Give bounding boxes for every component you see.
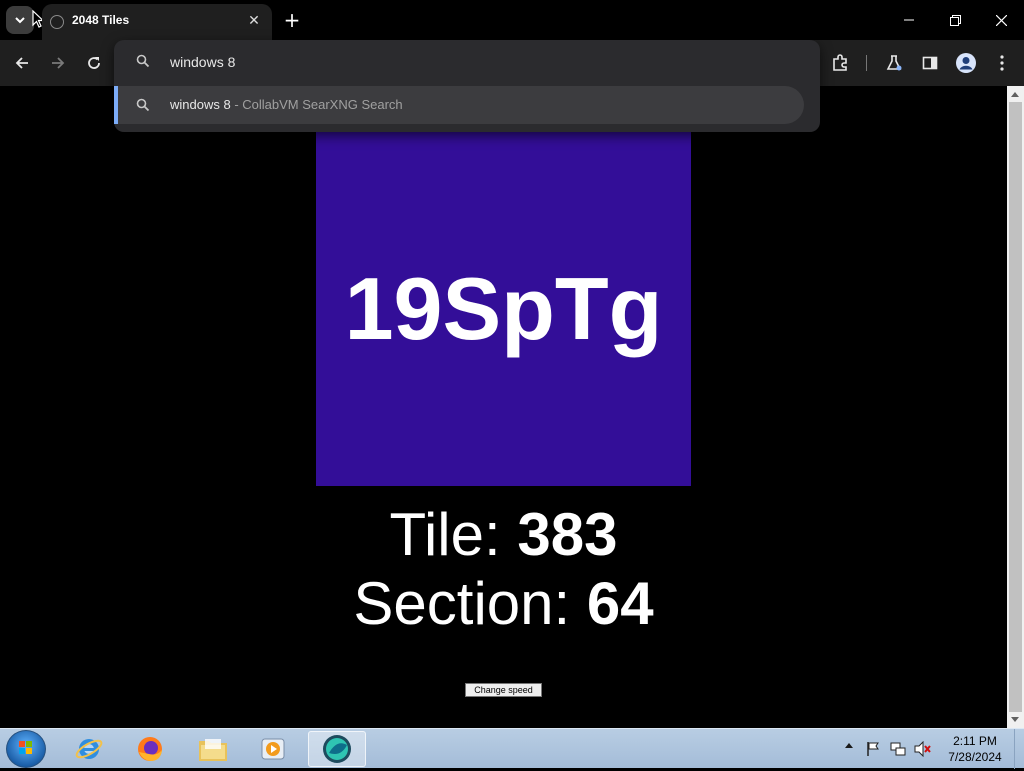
clock-time: 2:11 PM xyxy=(953,734,997,748)
omnibox-dropdown: windows 8 windows 8 - CollabVM SearXNG S… xyxy=(114,40,820,132)
section-value: 64 xyxy=(586,570,654,637)
show-hidden-icons-button[interactable] xyxy=(845,743,853,748)
suggestion-source: - CollabVM SearXNG Search xyxy=(230,97,403,112)
forward-arrow-icon xyxy=(52,57,65,69)
address-bar-text[interactable]: windows 8 xyxy=(170,54,235,70)
profile-button[interactable] xyxy=(953,50,979,76)
volume-muted-icon[interactable] xyxy=(914,741,932,757)
search-icon xyxy=(136,54,150,68)
taskbar-media-player[interactable] xyxy=(244,731,302,767)
start-button[interactable] xyxy=(6,730,46,768)
clock-date: 7/28/2024 xyxy=(948,750,1002,764)
back-arrow-icon xyxy=(15,57,28,69)
selection-indicator xyxy=(114,86,118,124)
folder-icon xyxy=(199,739,227,761)
globe-icon xyxy=(50,15,64,29)
suggestion-query: windows 8 xyxy=(170,97,231,112)
toolbar-divider xyxy=(866,55,867,71)
suggestion-text: windows 8 - CollabVM SearXNG Search xyxy=(170,97,403,112)
reload-button[interactable] xyxy=(81,50,107,76)
tile-value: 383 xyxy=(517,501,618,568)
restore-button[interactable] xyxy=(932,0,978,40)
puzzle-icon xyxy=(833,54,847,71)
close-window-button[interactable] xyxy=(978,0,1024,40)
tile-label: Tile: xyxy=(389,501,518,568)
media-player-icon xyxy=(261,738,285,760)
side-panel-icon xyxy=(922,56,938,70)
system-clock[interactable]: 2:11 PM 7/28/2024 xyxy=(940,733,1010,765)
taskbar-firefox[interactable] xyxy=(121,731,179,767)
tab-strip: 2048 Tiles ✕ + xyxy=(0,0,1024,40)
forward-button[interactable] xyxy=(45,50,71,76)
extensions-button[interactable] xyxy=(827,50,853,76)
firefox-icon xyxy=(138,737,162,761)
search-suggestion[interactable]: windows 8 - CollabVM SearXNG Search xyxy=(114,86,804,124)
scroll-thumb[interactable] xyxy=(1009,102,1022,712)
action-center-flag-icon[interactable] xyxy=(866,741,880,757)
section-label: Section: xyxy=(353,570,587,637)
flask-icon xyxy=(886,55,902,71)
back-button[interactable] xyxy=(9,50,35,76)
network-icon[interactable] xyxy=(890,741,906,757)
taskbar-browser-active[interactable] xyxy=(308,731,366,767)
menu-button[interactable] xyxy=(989,50,1015,76)
tab-search-button[interactable] xyxy=(6,6,34,34)
search-icon xyxy=(136,98,150,112)
kebab-menu-icon xyxy=(1000,55,1004,71)
tab-title: 2048 Tiles xyxy=(72,13,130,27)
vertical-scrollbar[interactable] xyxy=(1007,86,1024,728)
section-stat: Section: 64 xyxy=(0,569,1007,638)
tile-stat: Tile: 383 xyxy=(0,500,1007,569)
close-icon xyxy=(995,14,1007,26)
windows-logo-icon xyxy=(19,741,32,754)
windows-taskbar: 2:11 PM 7/28/2024 xyxy=(0,728,1024,769)
avatar-icon xyxy=(956,53,976,73)
show-desktop-button[interactable] xyxy=(1014,729,1024,769)
chevron-down-icon xyxy=(15,17,25,24)
restore-icon xyxy=(949,14,961,26)
reload-icon xyxy=(88,57,100,69)
address-bar[interactable]: windows 8 xyxy=(114,40,820,84)
taskbar-internet-explorer[interactable] xyxy=(60,731,118,767)
browser-app-icon xyxy=(323,735,351,763)
minimize-icon xyxy=(904,19,914,21)
taskbar-file-explorer[interactable] xyxy=(184,731,242,767)
web-page: 19SpTg Tile: 383 Section: 64 Change spee… xyxy=(0,86,1007,728)
labs-button[interactable] xyxy=(881,50,907,76)
tile-code: 19SpTg xyxy=(344,259,663,358)
close-tab-icon[interactable]: ✕ xyxy=(244,11,264,31)
scroll-up-icon[interactable] xyxy=(1011,92,1019,97)
tab-2048-tiles[interactable]: 2048 Tiles ✕ xyxy=(42,4,272,40)
tile-display: 19SpTg xyxy=(316,132,691,486)
scroll-down-icon[interactable] xyxy=(1011,717,1019,722)
side-panel-button[interactable] xyxy=(917,50,943,76)
change-speed-button[interactable]: Change speed xyxy=(465,683,542,697)
new-tab-button[interactable]: + xyxy=(280,8,304,32)
minimize-button[interactable] xyxy=(886,0,932,40)
internet-explorer-icon xyxy=(75,739,103,759)
